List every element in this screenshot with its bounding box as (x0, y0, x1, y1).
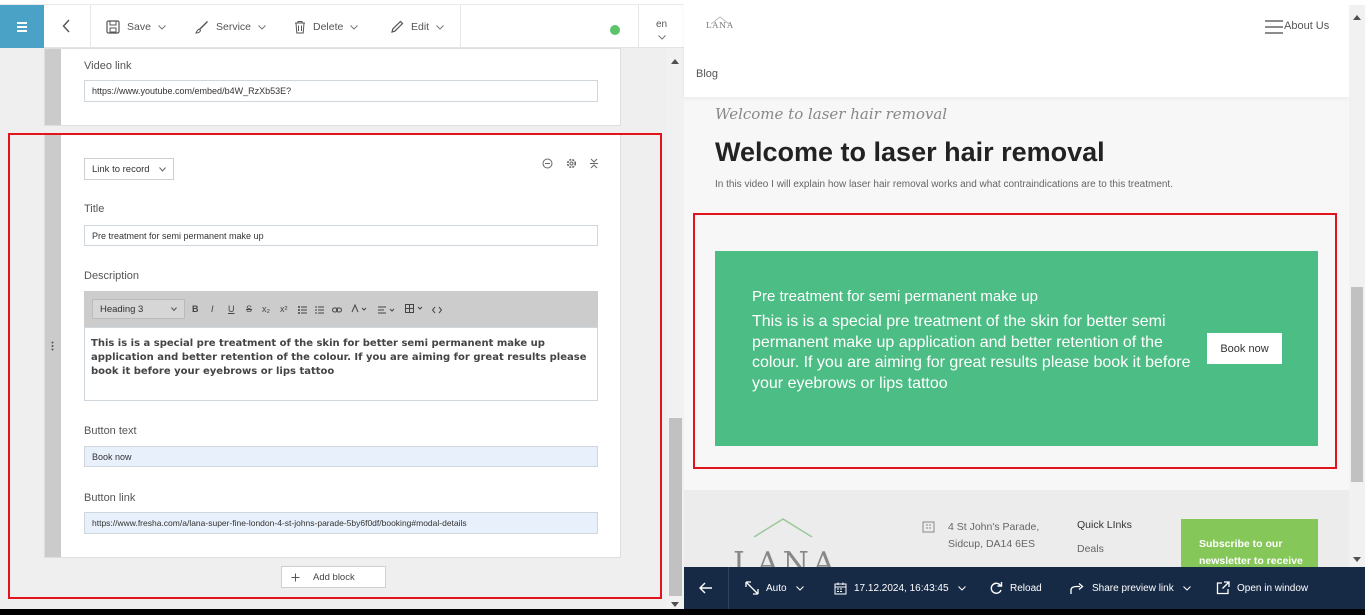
service-label: Service (216, 21, 252, 33)
editor-scrollbar-thumb[interactable] (669, 418, 682, 596)
status-indicator (610, 25, 620, 35)
share-icon (1070, 582, 1084, 594)
footer-quick-links-heading: Quick LInks (1077, 519, 1132, 531)
preview-scrollbar[interactable] (1349, 5, 1365, 567)
reload-label: Reload (1010, 582, 1042, 594)
reload-icon (990, 582, 1003, 594)
editor-toolbar: Save Service Delete Edit en (0, 5, 684, 48)
chevron-down-icon (258, 24, 266, 30)
open-window-label: Open in window (1237, 582, 1309, 594)
preview-description: In this video I will explain how laser h… (715, 179, 1173, 190)
scroll-down-arrow-icon[interactable] (1353, 553, 1361, 565)
footer-deals-link[interactable]: Deals (1077, 543, 1104, 555)
preview-scrollbar-thumb[interactable] (1351, 287, 1363, 482)
chevron-down-icon (1182, 585, 1191, 591)
site-menu-icon[interactable] (1265, 20, 1283, 37)
chevron-down-icon (957, 585, 966, 591)
location-building-icon (922, 521, 935, 536)
service-button[interactable]: Service (195, 18, 273, 36)
save-button[interactable]: Save (106, 18, 173, 36)
save-label: Save (127, 21, 151, 33)
datetime-select[interactable]: 17.12.2024, 16:43:45 (834, 581, 973, 595)
share-label: Share preview link (1092, 582, 1174, 594)
site-logo[interactable]: LANA (703, 15, 737, 41)
editor-highlight-box (8, 133, 662, 599)
nav-blog[interactable]: Blog (696, 68, 718, 80)
bar-divider (728, 567, 729, 609)
back-arrow-icon[interactable] (62, 19, 71, 36)
video-link-input[interactable]: https://www.youtube.com/embed/b4W_RzXb53… (84, 80, 598, 102)
calendar-icon (834, 582, 847, 594)
pencil-icon (391, 20, 404, 33)
footer-logo-text: LANA (733, 546, 839, 567)
share-preview-link-button[interactable]: Share preview link (1070, 581, 1198, 595)
newsletter-subscribe-box: Subscribe to our newsletter to receive (1181, 519, 1318, 567)
site-logo-text: LANA (706, 21, 734, 30)
chevron-down-icon (350, 24, 359, 30)
open-in-window-button[interactable]: Open in window (1216, 581, 1308, 595)
datetime-value: 17.12.2024, 16:43:45 (854, 582, 949, 594)
chevron-down-icon (657, 35, 666, 40)
delete-label: Delete (313, 21, 344, 33)
resize-arrows-icon (745, 581, 759, 595)
preview-highlight-box (693, 213, 1337, 469)
subscribe-line1: Subscribe to our (1199, 538, 1283, 550)
video-block-drag-gutter[interactable] (45, 49, 61, 125)
scroll-up-arrow-icon[interactable] (671, 55, 679, 67)
preview-site-header: LANA About Us Blog (684, 5, 1349, 97)
video-link-label: Video link (84, 60, 132, 72)
preview-title: Welcome to laser hair removal (715, 137, 1105, 167)
external-link-icon (1216, 581, 1230, 595)
brush-icon (195, 21, 208, 34)
save-disk-icon (106, 20, 120, 34)
toolbar-divider (90, 5, 91, 48)
preview-subtitle: Welcome to laser hair removal (715, 105, 948, 123)
preview-footer: LANA 4 St John's Parade, Sidcup, DA14 6E… (684, 490, 1349, 567)
edit-button[interactable]: Edit (390, 18, 451, 36)
trash-icon (295, 21, 305, 34)
chevron-down-icon (436, 24, 444, 30)
language-value: en (655, 19, 668, 30)
hamburger-menu-icon[interactable] (0, 5, 44, 48)
footer-address-line2: Sidcup, DA14 6ES (948, 538, 1035, 550)
footer-logo: LANA (724, 518, 844, 567)
edit-label: Edit (411, 21, 430, 33)
chevron-down-icon (795, 585, 804, 591)
scroll-up-arrow-icon[interactable] (1353, 11, 1361, 23)
back-arrow-icon[interactable] (699, 582, 713, 597)
toolbar-divider (460, 5, 461, 48)
viewport-value: Auto (766, 582, 787, 594)
language-select[interactable]: en (638, 5, 684, 48)
preview-controls-bar: Auto 17.12.2024, 16:43:45 Reload Share p… (684, 567, 1365, 609)
chevron-down-icon (158, 24, 166, 30)
viewport-select[interactable]: Auto (745, 581, 811, 595)
reload-button[interactable]: Reload (989, 581, 1042, 595)
screen-bottom-edge (0, 609, 1365, 615)
footer-address-line1: 4 St John's Parade, (948, 521, 1040, 533)
nav-about-us[interactable]: About Us (1284, 20, 1329, 32)
delete-button[interactable]: Delete (294, 18, 365, 36)
